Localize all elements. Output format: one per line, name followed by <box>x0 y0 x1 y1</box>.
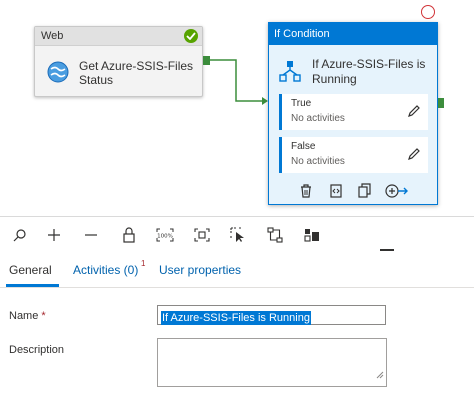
web-activity-title: Get Azure-SSIS-Files Status <box>79 59 194 87</box>
delete-icon[interactable] <box>299 183 313 204</box>
description-field-label: Description <box>9 344 65 356</box>
code-icon[interactable] <box>329 183 343 204</box>
if-activity-type-label: If Condition <box>269 23 437 45</box>
lock-icon[interactable] <box>120 226 138 244</box>
resize-grip-icon[interactable] <box>376 366 384 384</box>
web-activity-type-label: Web <box>35 27 202 46</box>
copy-icon[interactable] <box>358 183 372 204</box>
web-activity-success-port[interactable] <box>203 56 210 65</box>
true-branch-activities: No activities <box>291 113 345 124</box>
false-branch[interactable]: False No activities <box>279 137 428 173</box>
if-activity-output-port[interactable] <box>438 98 444 108</box>
false-branch-activities: No activities <box>291 156 345 167</box>
auto-align-icon[interactable] <box>266 226 284 244</box>
canvas-toolbar: 100% <box>0 216 474 252</box>
panel-splitter-handle[interactable] <box>380 249 394 251</box>
search-icon[interactable] <box>11 226 29 244</box>
if-activity-toolbar <box>299 183 419 201</box>
if-activity-title: If Azure-SSIS-Files is Running <box>312 57 426 86</box>
true-branch[interactable]: True No activities <box>279 94 428 130</box>
success-check-icon <box>184 29 198 43</box>
tab-general[interactable]: General <box>9 263 52 277</box>
required-marker: * <box>41 310 46 322</box>
pipeline-canvas[interactable]: Web Get Azure-SSIS-Files Status If Condi… <box>0 0 474 215</box>
edit-false-branch-icon[interactable] <box>407 147 421 166</box>
zoom-in-icon[interactable] <box>45 226 63 244</box>
layout-icon[interactable] <box>303 226 321 244</box>
active-tab-indicator <box>6 284 59 287</box>
true-branch-label: True <box>291 98 312 109</box>
globe-icon <box>46 60 70 84</box>
name-label-text: Name <box>9 310 39 322</box>
zoom-100-icon[interactable]: 100% <box>156 226 174 244</box>
name-field-label: Name * <box>9 310 46 322</box>
name-input-value: If Azure-SSIS-Files is Running <box>161 311 311 325</box>
tab-activities[interactable]: Activities (0) <box>73 263 138 277</box>
properties-tabs: General Activities (0) 1 User properties <box>0 252 474 288</box>
tab-user-properties[interactable]: User properties <box>159 263 241 277</box>
description-textarea[interactable] <box>157 338 387 387</box>
web-activity-node[interactable]: Web Get Azure-SSIS-Files Status <box>34 26 203 97</box>
if-condition-node[interactable]: If Condition If Azure-SSIS-Files is Runn… <box>268 22 438 205</box>
annotation-circle <box>421 5 435 19</box>
fit-to-window-icon[interactable] <box>193 226 211 244</box>
add-output-icon[interactable] <box>385 183 409 204</box>
if-condition-icon <box>279 60 301 84</box>
edit-true-branch-icon[interactable] <box>407 104 421 123</box>
name-input[interactable]: If Azure-SSIS-Files is Running <box>157 305 386 325</box>
zoom-out-icon[interactable] <box>82 226 100 244</box>
activities-error-badge: 1 <box>141 259 146 268</box>
select-icon[interactable] <box>229 226 247 244</box>
svg-text:100%: 100% <box>157 234 173 240</box>
false-branch-label: False <box>291 141 316 152</box>
